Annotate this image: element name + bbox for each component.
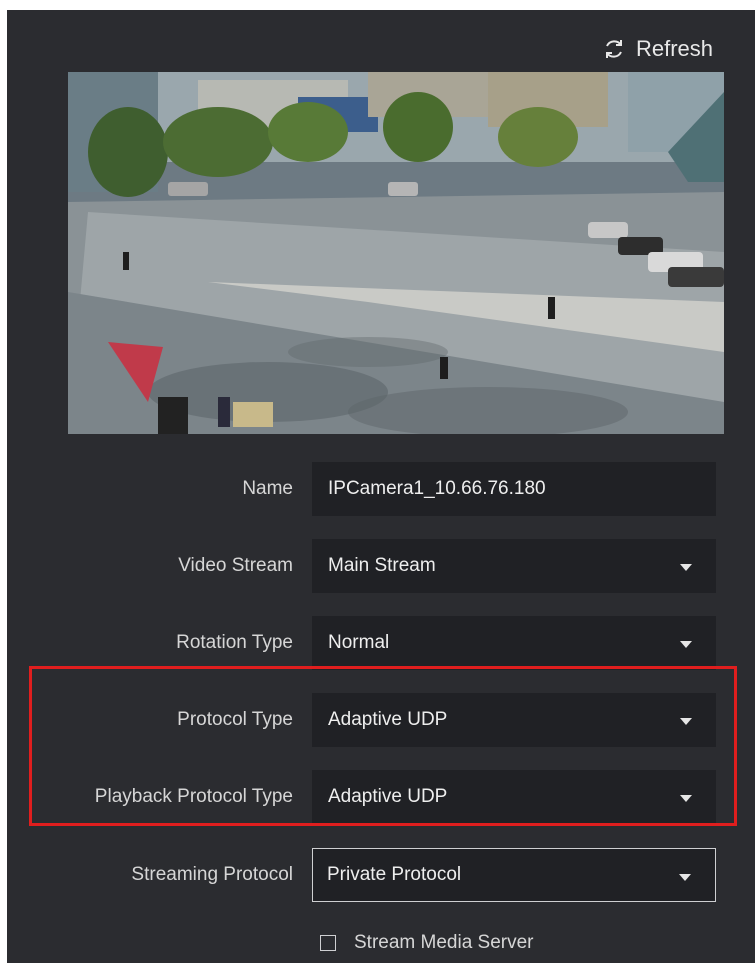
protocol-type-select[interactable]: Adaptive UDP xyxy=(312,693,716,747)
stream-media-server-option[interactable]: Stream Media Server xyxy=(320,932,534,954)
video-stream-label: Video Stream xyxy=(178,555,293,576)
playback-protocol-type-row: Playback Protocol Type Adaptive UDP xyxy=(7,770,755,824)
playback-protocol-type-select[interactable]: Adaptive UDP xyxy=(312,770,716,824)
stream-media-server-checkbox[interactable] xyxy=(320,935,336,951)
rotation-type-label: Rotation Type xyxy=(176,632,293,653)
streaming-protocol-select[interactable]: Private Protocol xyxy=(312,848,716,902)
streaming-protocol-row: Streaming Protocol Private Protocol xyxy=(7,848,755,902)
rotation-type-row: Rotation Type Normal xyxy=(7,616,755,670)
protocol-type-row: Protocol Type Adaptive UDP xyxy=(7,693,755,747)
name-label: Name xyxy=(242,478,293,499)
camera-preview xyxy=(68,72,724,434)
video-stream-select[interactable]: Main Stream xyxy=(312,539,716,593)
name-row: Name IPCamera1_10.66.76.180 xyxy=(7,462,755,516)
refresh-label: Refresh xyxy=(635,36,713,61)
streaming-protocol-label: Streaming Protocol xyxy=(131,864,293,885)
video-stream-row: Video Stream Main Stream xyxy=(7,539,755,593)
rotation-type-select[interactable]: Normal xyxy=(312,616,716,670)
playback-protocol-type-label: Playback Protocol Type xyxy=(94,786,293,807)
camera-settings-panel: Refresh Name IPCamera1_10.66.76.180 Vide… xyxy=(7,10,755,963)
refresh-button[interactable]: Refresh xyxy=(602,36,713,62)
stream-media-server-label: Stream Media Server xyxy=(354,932,534,953)
protocol-type-label: Protocol Type xyxy=(177,709,293,730)
refresh-icon xyxy=(605,40,622,58)
name-input[interactable]: IPCamera1_10.66.76.180 xyxy=(312,462,716,516)
